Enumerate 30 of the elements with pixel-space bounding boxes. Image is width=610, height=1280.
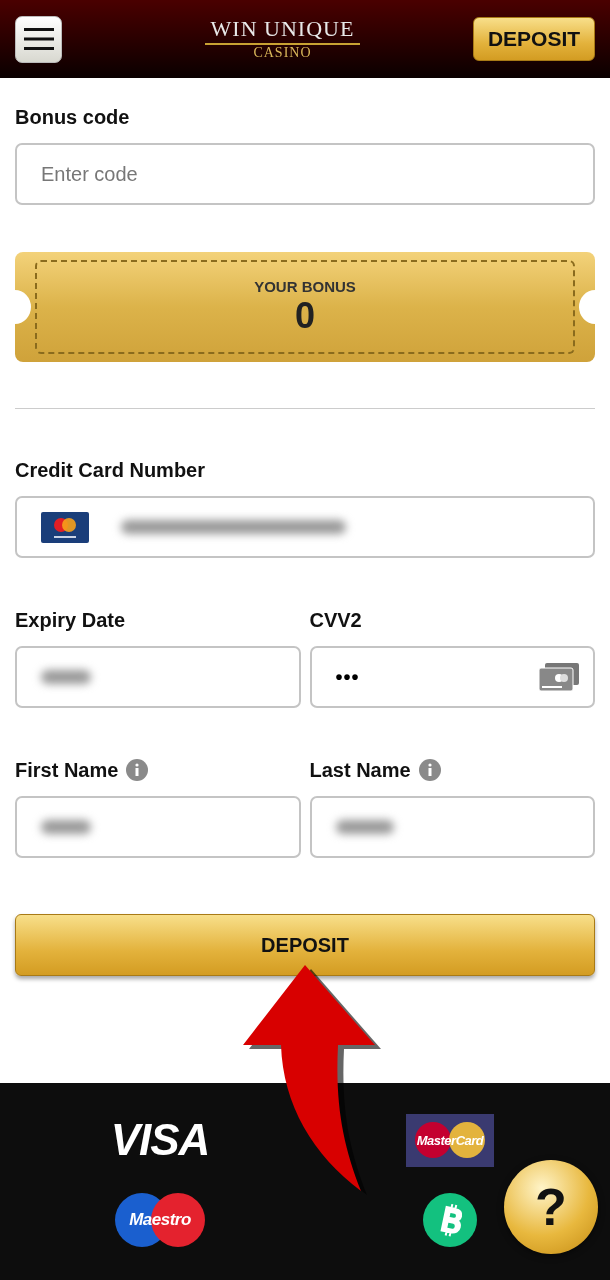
bonus-label: YOUR BONUS [254,277,356,295]
bonus-amount: 0 [295,294,315,337]
card-number-field[interactable] [15,496,595,558]
bonus-code-field[interactable]: Enter code [15,143,595,205]
blurred-value [41,670,91,684]
field-label: Last Name [309,758,411,782]
field-value: ••• [335,665,360,689]
cards-icon [539,663,579,691]
input-field[interactable]: ••• [309,646,595,708]
info-icon[interactable] [418,759,441,781]
logo-subtitle: CASINO [253,45,312,61]
input-field[interactable] [15,796,301,858]
logo-title: WIN UNIQUE [204,17,361,45]
visa-logo: VISA [110,1115,210,1165]
field-label: CVV2 [309,608,362,632]
input-field[interactable] [15,646,301,708]
info-icon[interactable] [126,759,149,781]
deposit-button[interactable]: DEPOSIT [15,914,595,976]
field-label: Bonus code [15,106,131,129]
menu-icon [23,27,54,51]
deposit-button[interactable]: DEPOSIT [473,17,595,61]
input-field[interactable] [309,796,595,858]
card-brand-icon [41,511,89,543]
field-label: Credit Card Number [15,459,207,482]
field-label: Expiry Date [15,608,126,632]
blurred-value [335,820,394,834]
menu-button[interactable] [15,15,62,63]
blurred-value [41,820,91,834]
field-label: First Name [15,758,119,782]
bitcoin-icon [423,1193,477,1247]
